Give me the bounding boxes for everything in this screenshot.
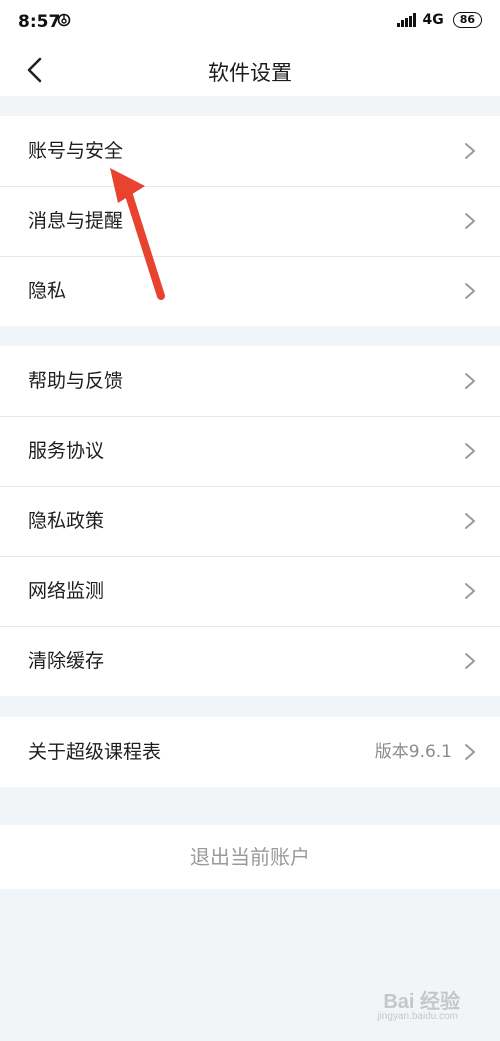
- watermark-logo: Bai 经验: [383, 991, 460, 1013]
- watermark-url: jingyan.baidu.com: [377, 1011, 458, 1022]
- row-label: 消息与提醒: [28, 210, 124, 232]
- chevron-right-icon: [465, 513, 475, 529]
- chevron-right-icon: [465, 373, 475, 389]
- row-label: 服务协议: [28, 440, 105, 462]
- chevron-right-icon: [465, 583, 475, 599]
- row-label: 关于超级课程表: [28, 741, 162, 763]
- settings-group-support: 帮助与反馈 服务协议 隐私政策 网络监测 清除缓存: [0, 346, 500, 696]
- row-service-agreement[interactable]: 服务协议: [0, 416, 500, 486]
- status-indicators: 4G 86: [397, 12, 482, 28]
- row-label: 清除缓存: [28, 650, 105, 672]
- status-bar: 8:57 4G 86: [0, 0, 500, 44]
- version-label: 版本9.6.1: [374, 742, 452, 762]
- row-clear-cache[interactable]: 清除缓存: [0, 626, 500, 696]
- row-label: 帮助与反馈: [28, 370, 124, 392]
- row-privacy[interactable]: 隐私: [0, 256, 500, 326]
- row-privacy-policy[interactable]: 隐私政策: [0, 486, 500, 556]
- row-label: 隐私政策: [28, 510, 105, 532]
- page-title: 软件设置: [208, 61, 292, 85]
- row-help-feedback[interactable]: 帮助与反馈: [0, 346, 500, 416]
- row-label: 网络监测: [28, 580, 105, 602]
- row-network-check[interactable]: 网络监测: [0, 556, 500, 626]
- sync-icon: [57, 13, 71, 27]
- row-about-app[interactable]: 关于超级课程表 版本9.6.1: [0, 717, 500, 787]
- row-label: 隐私: [28, 280, 67, 302]
- logout-button[interactable]: 退出当前账户: [0, 825, 500, 889]
- chevron-right-icon: [465, 744, 475, 760]
- row-messages-reminders[interactable]: 消息与提醒: [0, 186, 500, 256]
- nav-bar: 软件设置: [0, 44, 500, 96]
- chevron-right-icon: [465, 443, 475, 459]
- chevron-right-icon: [465, 143, 475, 159]
- row-label: 账号与安全: [28, 140, 124, 162]
- network-label: 4G: [422, 12, 444, 28]
- row-account-security[interactable]: 账号与安全: [0, 116, 500, 186]
- chevron-right-icon: [465, 653, 475, 669]
- chevron-right-icon: [465, 283, 475, 299]
- chevron-right-icon: [465, 213, 475, 229]
- settings-group-account: 账号与安全 消息与提醒 隐私: [0, 116, 500, 326]
- settings-group-about: 关于超级课程表 版本9.6.1: [0, 717, 500, 787]
- signal-icon: [397, 13, 417, 27]
- battery-icon: 86: [452, 12, 482, 28]
- status-time: 8:57: [18, 12, 61, 32]
